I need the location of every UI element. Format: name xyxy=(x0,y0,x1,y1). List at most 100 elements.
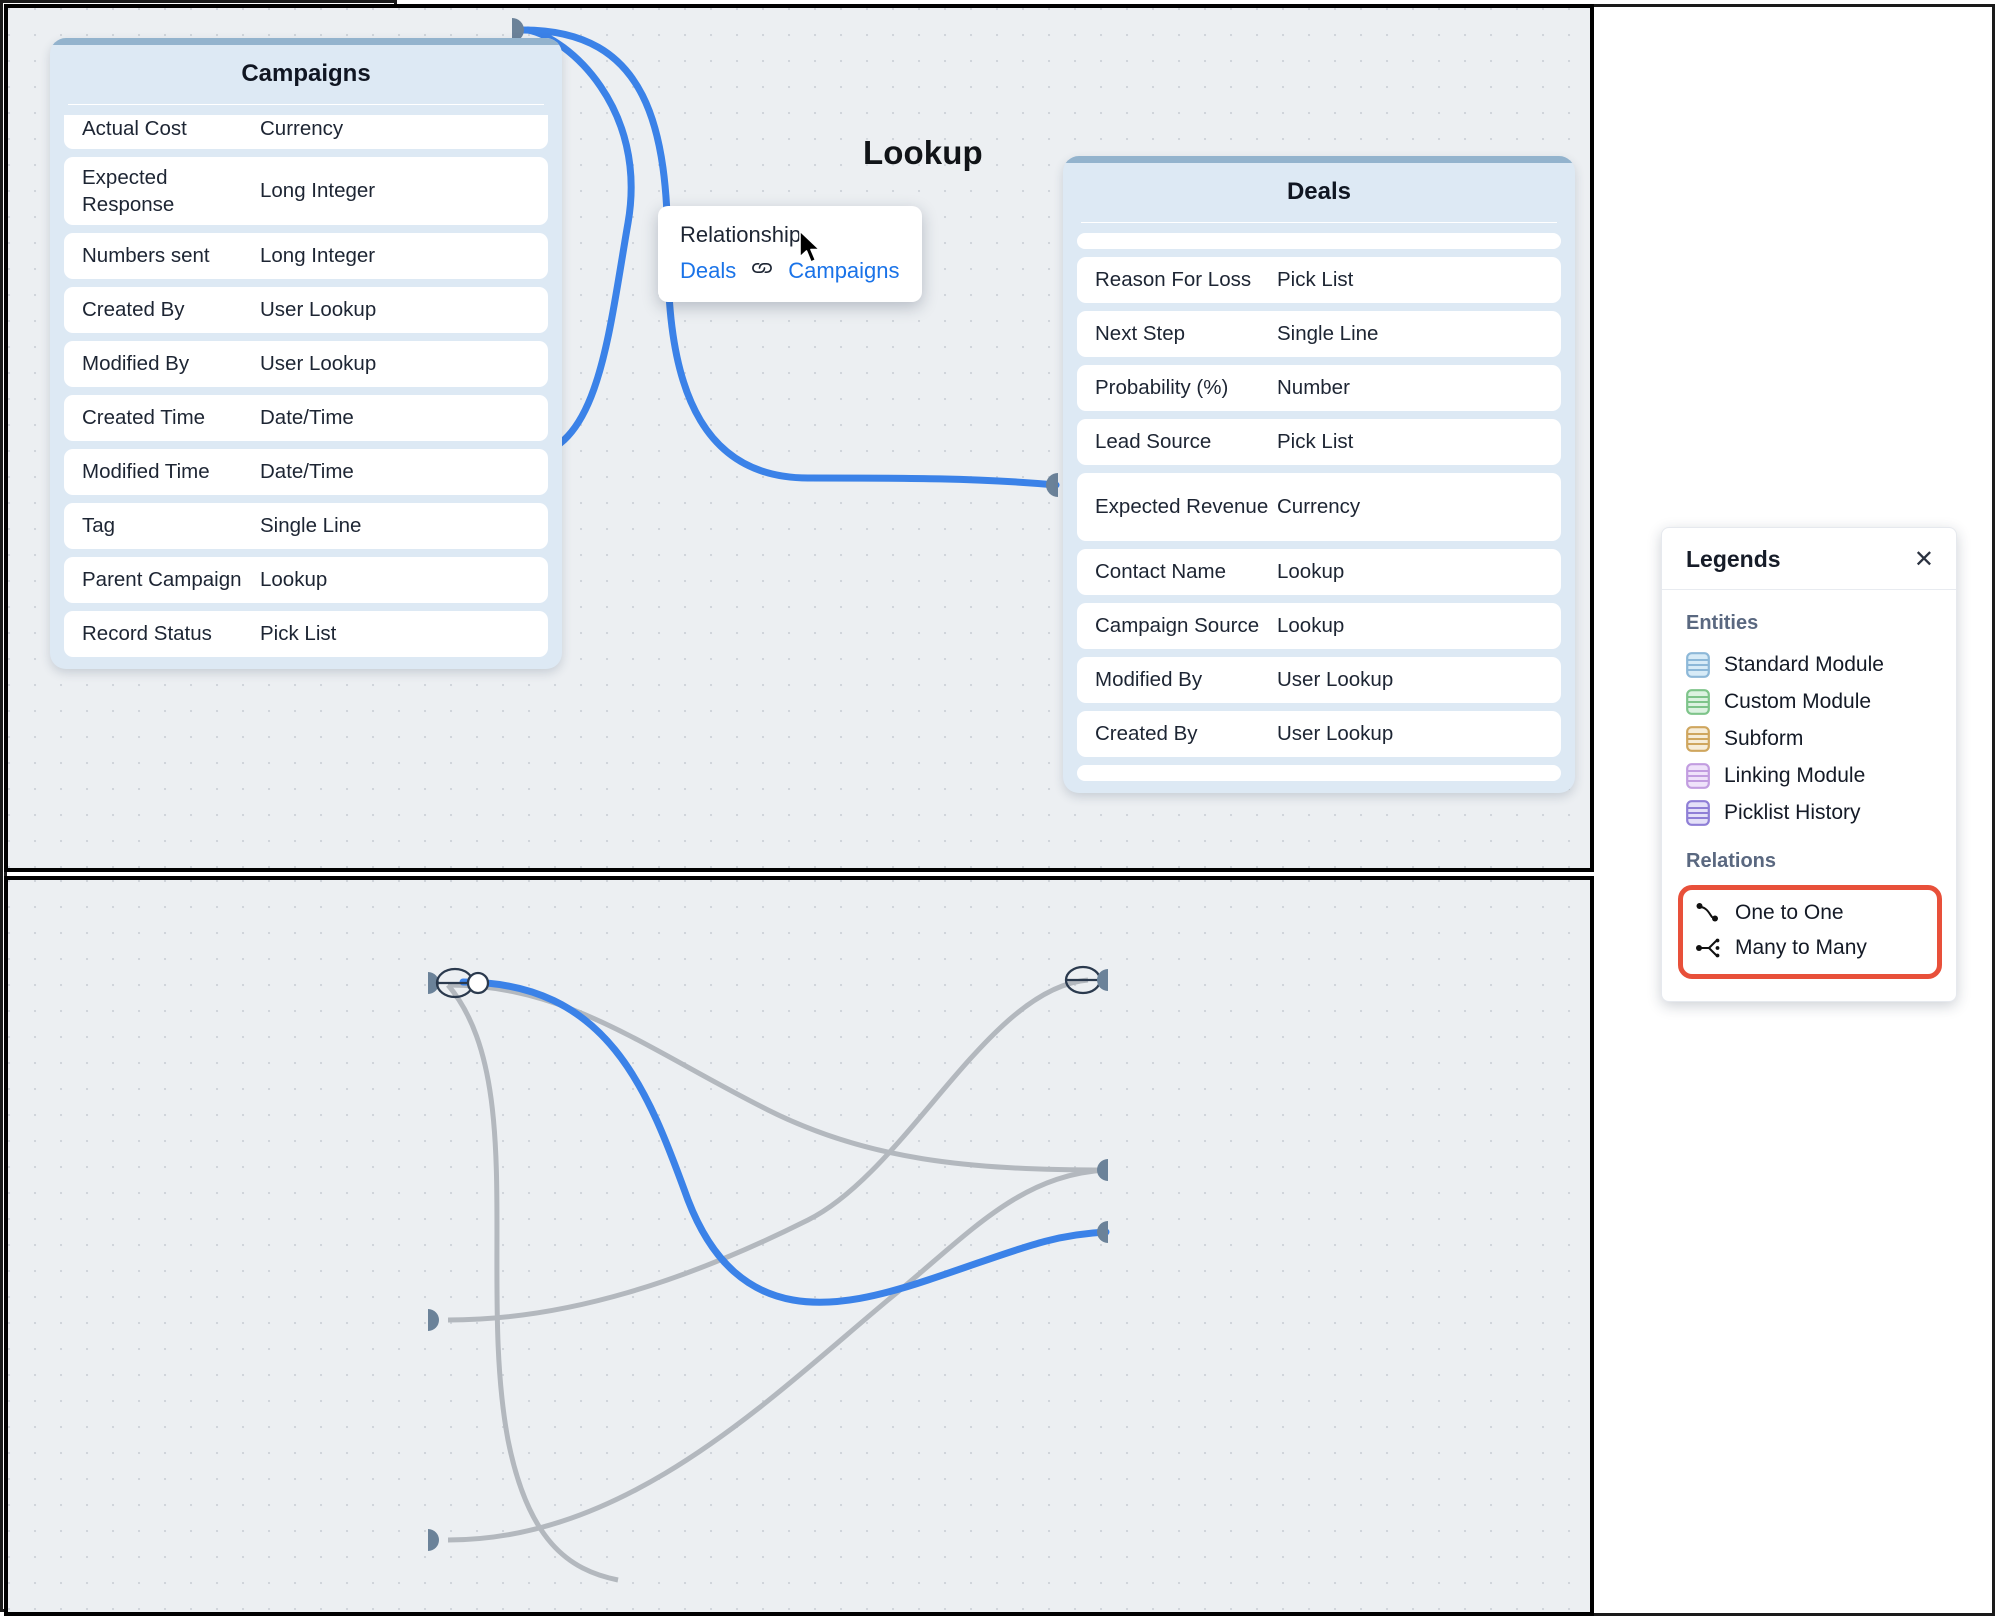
section-title-lookup: Lookup xyxy=(863,134,983,171)
module-icon xyxy=(1686,763,1710,789)
table-row[interactable]: Created By User Lookup xyxy=(64,287,548,333)
table-row[interactable]: Tag Single Line xyxy=(64,503,548,549)
table-row-clipped xyxy=(1077,233,1561,249)
legends-title: Legends xyxy=(1686,546,1781,572)
table-row[interactable]: Record Status Pick List xyxy=(64,611,548,657)
field-name: Numbers sent xyxy=(82,244,210,268)
field-type: Lookup xyxy=(260,568,328,592)
table-row[interactable]: Actual Cost Currency xyxy=(64,115,548,149)
table-row[interactable]: Probability (%) Number xyxy=(1077,365,1561,411)
field-name: Created By xyxy=(1095,722,1198,746)
canvas-pane-multiselect-lookup[interactable]: Multi-select lookup Contacts Mobile Phon… xyxy=(4,876,1594,1616)
field-name: Modified By xyxy=(1095,668,1203,692)
field-name: Lead Source xyxy=(1095,430,1212,454)
field-name: Actual Cost xyxy=(82,117,187,140)
legends-body: Entities Standard Module Custom Module S… xyxy=(1662,590,1956,1001)
field-name: Expected Response xyxy=(82,165,175,216)
legend-label: Subform xyxy=(1724,727,1804,750)
field-type: Pick List xyxy=(1277,268,1354,292)
table-row[interactable]: Contact Name Lookup xyxy=(1077,549,1561,595)
relationship-connectors-bottom xyxy=(428,965,1110,1583)
module-icon xyxy=(1686,800,1710,826)
field-type: User Lookup xyxy=(1277,722,1394,746)
legend-label: Standard Module xyxy=(1724,653,1884,676)
legend-label: Linking Module xyxy=(1724,764,1866,787)
legend-item-one-to-one[interactable]: One to One xyxy=(1695,896,1927,931)
field-name: Created Time xyxy=(82,406,206,430)
field-type: Single Line xyxy=(260,514,362,538)
module-icon xyxy=(1686,689,1710,715)
field-type: Number xyxy=(1277,376,1350,400)
legend-item-picklist-history[interactable]: Picklist History xyxy=(1686,795,1936,832)
legends-relations-heading: Relations xyxy=(1686,850,1777,872)
module-icon xyxy=(1686,726,1710,752)
close-icon[interactable]: ✕ xyxy=(1912,547,1936,572)
field-list-deals-top: Reason For Loss Pick List Next Step Sing… xyxy=(1077,233,1561,781)
field-type: Lookup xyxy=(1277,560,1345,584)
field-type: Pick List xyxy=(1277,430,1354,454)
table-row[interactable]: Modified By User Lookup xyxy=(1077,657,1561,703)
many-to-many-icon xyxy=(1695,936,1721,960)
table-row-clipped xyxy=(1077,765,1561,781)
field-type: Single Line xyxy=(1277,322,1379,346)
table-row[interactable]: Modified Time Date/Time xyxy=(64,449,548,495)
field-name: Campaign Source xyxy=(1095,614,1260,638)
field-name: Reason For Loss xyxy=(1095,268,1252,292)
table-row[interactable]: Campaign Source Lookup xyxy=(1077,603,1561,649)
field-type: Currency xyxy=(260,117,344,140)
entity-card-campaigns[interactable]: Campaigns Actual Cost Currency Expected … xyxy=(50,38,562,669)
relationship-tooltip-top[interactable]: Relationship Deals Campaigns xyxy=(658,206,922,302)
field-type: User Lookup xyxy=(1277,668,1394,692)
relations-highlight-box: One to One Many to Many xyxy=(1678,885,1942,979)
field-name: Modified By xyxy=(82,352,190,376)
entity-title-campaigns: Campaigns xyxy=(68,38,544,105)
legend-label: Many to Many xyxy=(1735,936,1867,959)
legends-header: Legends ✕ xyxy=(1662,528,1956,590)
field-name: Parent Campaign xyxy=(82,568,242,592)
table-row[interactable]: Created Time Date/Time xyxy=(64,395,548,441)
legend-item-subform[interactable]: Subform xyxy=(1686,721,1936,758)
one-to-one-icon xyxy=(1695,901,1721,925)
field-type: Long Integer xyxy=(260,179,376,203)
table-row[interactable]: Next Step Single Line xyxy=(1077,311,1561,357)
table-row[interactable]: Created By User Lookup xyxy=(1077,711,1561,757)
module-icon xyxy=(1686,652,1710,678)
link-chain-icon xyxy=(750,259,774,283)
legend-item-custom-module[interactable]: Custom Module xyxy=(1686,684,1936,721)
entity-title-deals-top: Deals xyxy=(1081,156,1557,223)
er-diagram-screenshot: Lookup Campaigns Actual Cost Currency Ex… xyxy=(0,0,2000,1620)
table-row[interactable]: Reason For Loss Pick List xyxy=(1077,257,1561,303)
legends-panel[interactable]: Legends ✕ Entities Standard Module Custo… xyxy=(1661,527,1957,1002)
field-name: Probability (%) xyxy=(1095,376,1229,400)
field-name: Tag xyxy=(82,514,116,538)
field-type: Pick List xyxy=(260,622,337,646)
field-name: Created By xyxy=(82,298,185,322)
table-row[interactable]: Expected Revenue Currency xyxy=(1077,473,1561,541)
field-name: Record Status xyxy=(82,622,212,646)
field-type: User Lookup xyxy=(260,298,377,322)
field-name: Modified Time xyxy=(82,460,210,484)
table-row[interactable]: Lead Source Pick List xyxy=(1077,419,1561,465)
field-list-campaigns: Actual Cost Currency Expected Response L… xyxy=(64,115,548,657)
field-name: Next Step xyxy=(1095,322,1186,346)
table-row[interactable]: Modified By User Lookup xyxy=(64,341,548,387)
field-type: Currency xyxy=(1277,495,1361,519)
table-row[interactable]: Numbers sent Long Integer xyxy=(64,233,548,279)
field-type: Long Integer xyxy=(260,244,376,268)
entity-card-deals-top[interactable]: Deals Reason For Loss Pick List Next Ste… xyxy=(1063,156,1575,793)
table-row[interactable]: Parent Campaign Lookup xyxy=(64,557,548,603)
tooltip-link-right[interactable]: Campaigns xyxy=(788,258,899,284)
legend-item-many-to-many[interactable]: Many to Many xyxy=(1695,931,1927,966)
legends-entities-heading: Entities xyxy=(1686,612,1759,634)
legend-label: Picklist History xyxy=(1724,801,1861,824)
legend-item-standard-module[interactable]: Standard Module xyxy=(1686,647,1936,684)
canvas-pane-lookup[interactable]: Lookup Campaigns Actual Cost Currency Ex… xyxy=(4,4,1594,872)
legend-label: One to One xyxy=(1735,901,1844,924)
tooltip-link-left[interactable]: Deals xyxy=(680,258,736,284)
field-type: Lookup xyxy=(1277,614,1345,638)
legend-item-linking-module[interactable]: Linking Module xyxy=(1686,758,1936,795)
tooltip-title: Relationship xyxy=(680,222,802,247)
legend-label: Custom Module xyxy=(1724,690,1872,713)
field-type: Date/Time xyxy=(260,406,354,430)
table-row[interactable]: Expected Response Long Integer xyxy=(64,157,548,225)
